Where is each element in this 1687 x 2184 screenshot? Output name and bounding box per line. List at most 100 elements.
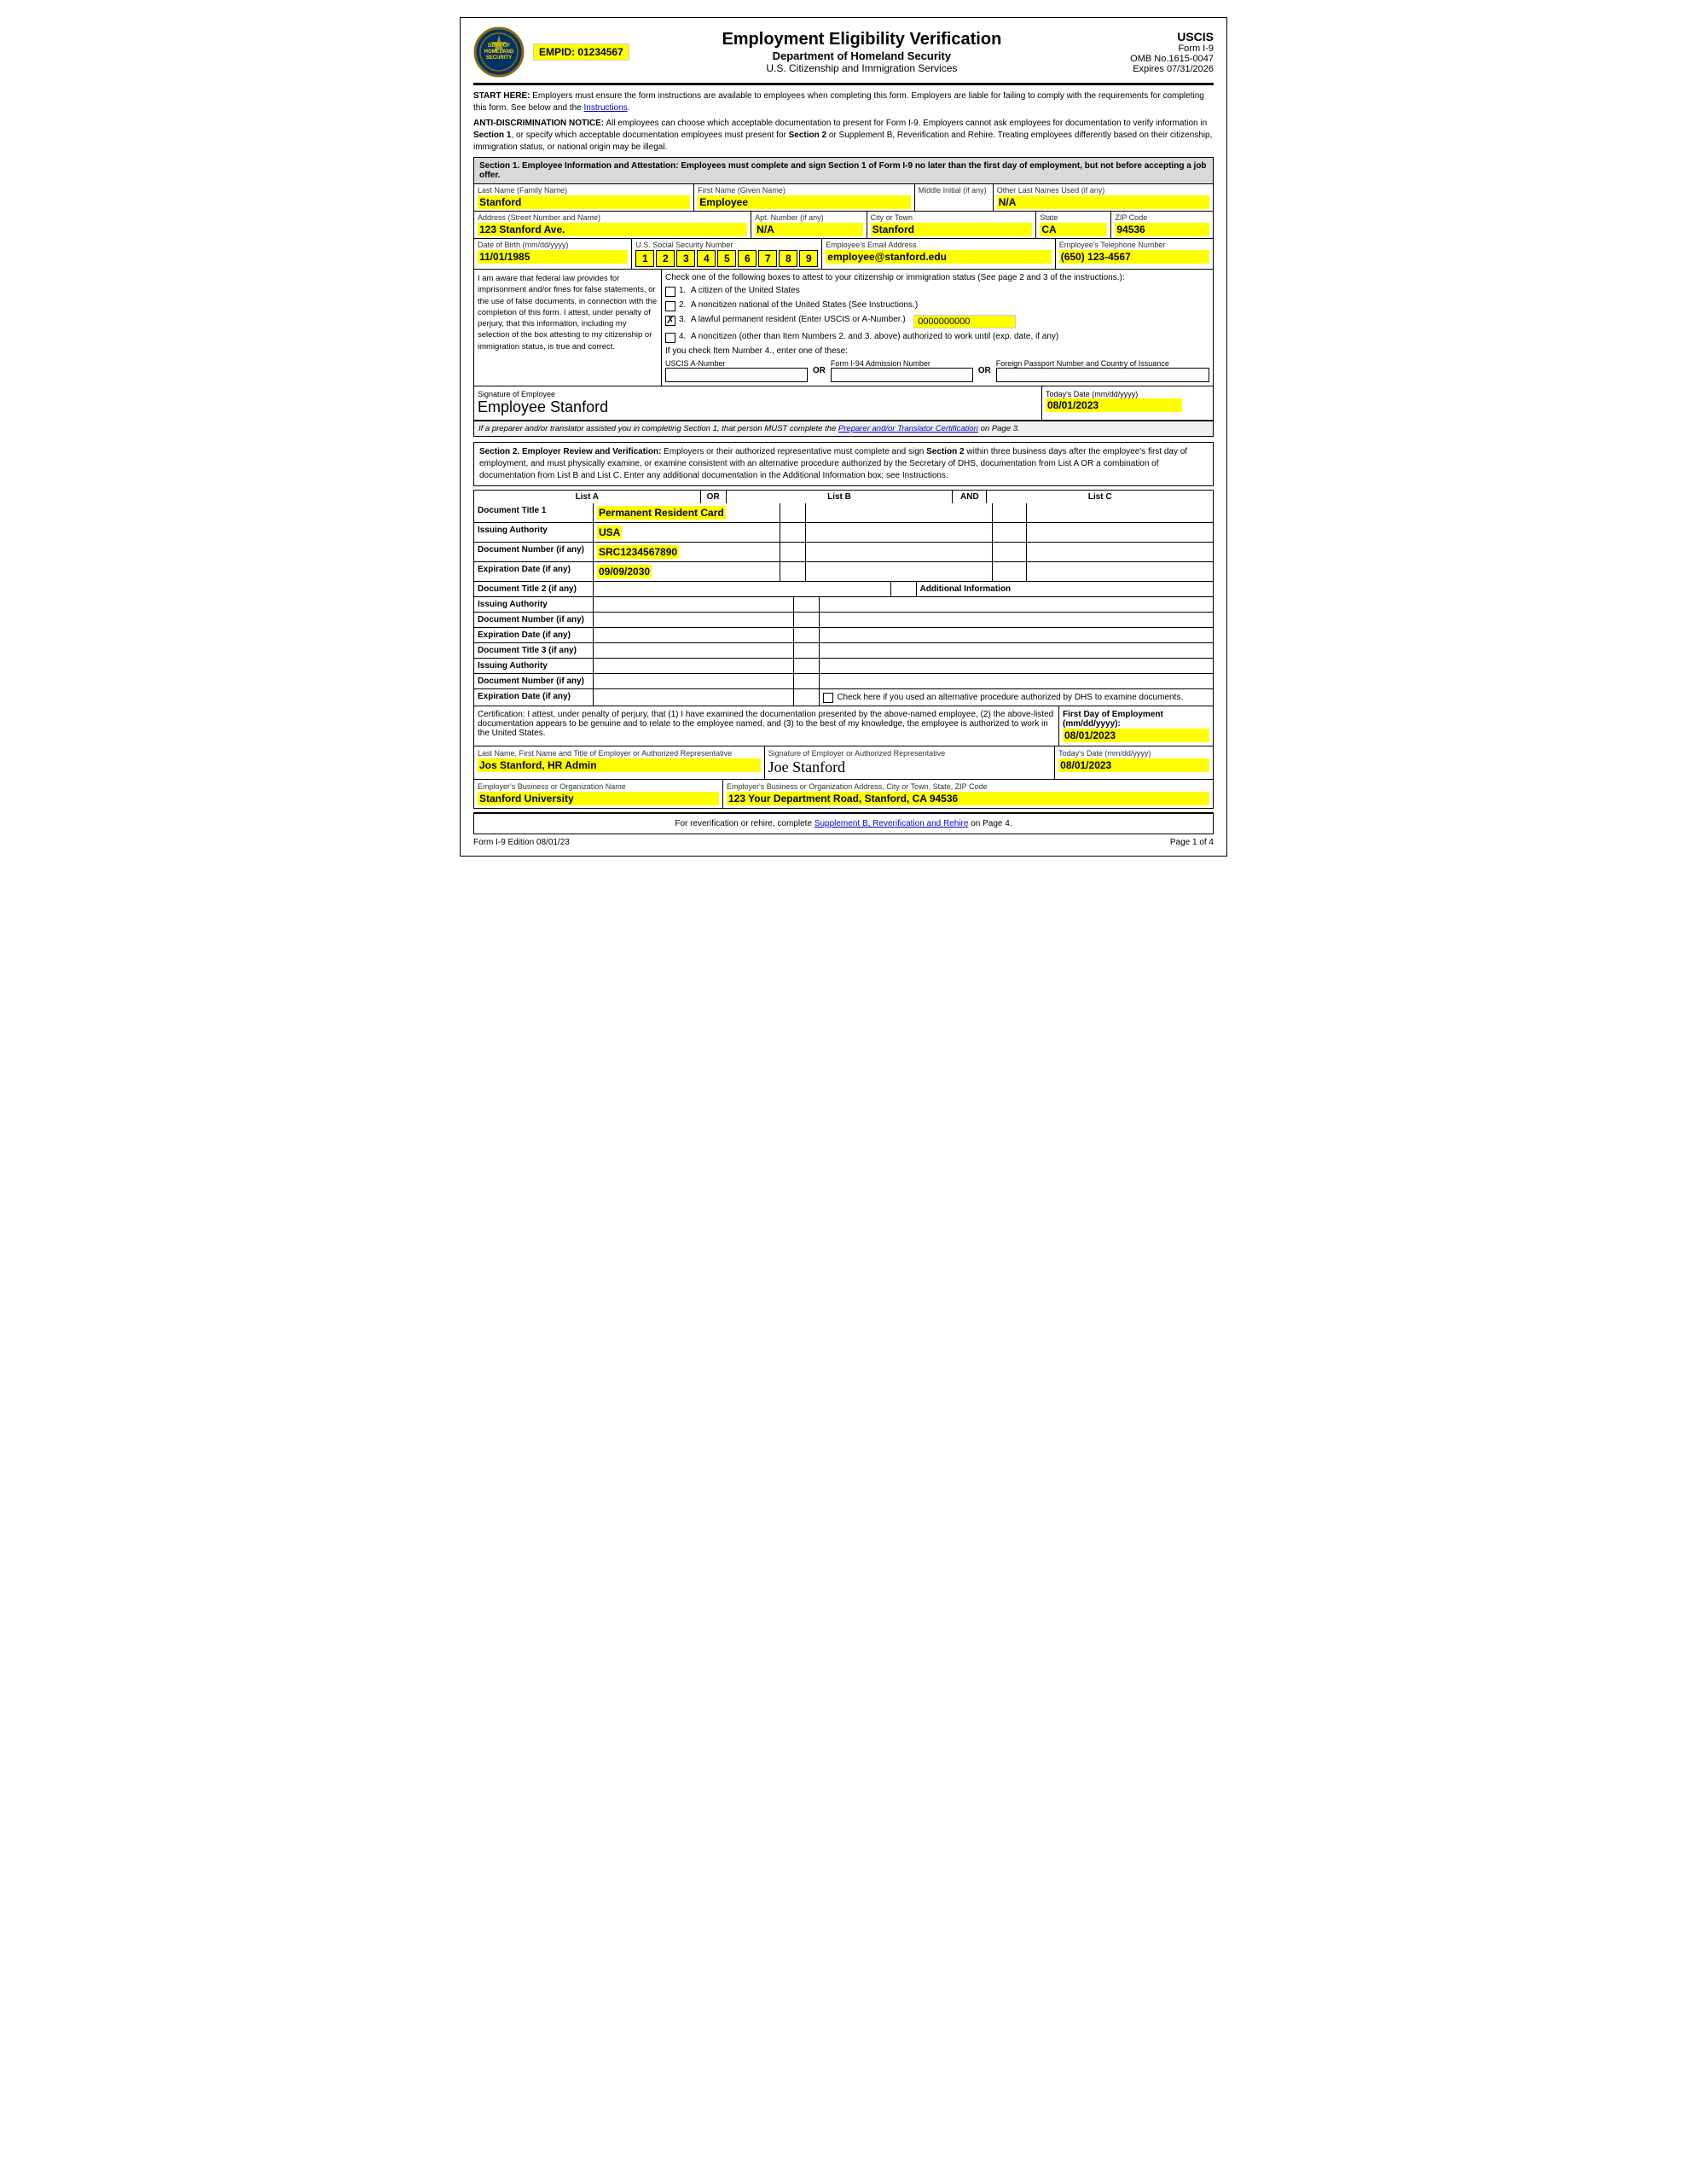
omb-number: OMB No.1615-0047: [1094, 54, 1214, 64]
i94-field[interactable]: [831, 368, 973, 382]
attestation-left-text: I am aware that federal law provides for…: [474, 270, 662, 386]
option2-row[interactable]: 2. A noncitizen national of the United S…: [665, 300, 1209, 311]
form-subtitle: Department of Homeland Security: [629, 49, 1094, 62]
expdate2-label: Expiration Date (if any): [474, 628, 594, 642]
doc-title3-row: Document Title 3 (if any): [474, 643, 1213, 659]
issuing1-listc: [1027, 523, 1213, 542]
zip-cell: ZIP Code 94536: [1111, 212, 1213, 238]
other-names-value: N/A: [997, 195, 1209, 209]
alt-procedure-checkbox[interactable]: [823, 693, 833, 703]
middle-initial-value: [919, 195, 989, 209]
address-cell: Address (Street Number and Name) 123 Sta…: [474, 212, 751, 238]
expdate1-listb: [806, 562, 993, 581]
employer-name-cell: Last Name, First Name and Title of Emplo…: [474, 746, 765, 779]
state-cell: State CA: [1036, 212, 1111, 238]
issuing1-lista: USA: [594, 523, 780, 542]
apt-label: Apt. Number (if any): [755, 213, 862, 222]
list-b-header: List B: [727, 491, 954, 503]
email-label: Employee's Email Address: [826, 241, 1051, 249]
form-number: Form I-9: [1094, 44, 1214, 54]
docnum-or3: [794, 674, 820, 688]
or-col-header: OR: [701, 491, 727, 503]
header-center: Employment Eligibility Verification Depa…: [629, 30, 1094, 74]
dob-value: 11/01/1985: [478, 250, 628, 264]
option2-text: 2. A noncitizen national of the United S…: [679, 300, 918, 310]
docnum2-lista: [594, 613, 794, 627]
uscis-label: USCIS: [1094, 30, 1214, 44]
state-value: CA: [1040, 223, 1107, 236]
doc-title2-label: Document Title 2 (if any): [474, 582, 594, 596]
ssn-cell: U.S. Social Security Number 1 2 3 4 5 6 …: [632, 239, 822, 269]
doc-or1: [780, 503, 806, 522]
expdate-or1: [780, 562, 806, 581]
city-label: City or Town: [871, 213, 1033, 222]
option1-checkbox[interactable]: [665, 287, 675, 297]
issuing1-label: Issuing Authority: [474, 523, 594, 542]
additional-info-label: Additional Information: [917, 582, 1214, 596]
page-number: Page 1 of 4: [1170, 838, 1214, 847]
option3-checkbox[interactable]: [665, 316, 675, 326]
expdate-or3: [794, 689, 820, 706]
doc-title1-label: Document Title 1: [474, 503, 594, 522]
preparer-link[interactable]: Preparer and/or Translator Certification: [838, 424, 978, 433]
option4-checkbox[interactable]: [665, 333, 675, 343]
i94-label: Form I-94 Admission Number: [831, 359, 973, 368]
issuing3-right: [820, 659, 1213, 673]
doc-title1-listb: [806, 503, 993, 522]
employer-signature: Joe Stanford: [768, 758, 1052, 776]
option1-row[interactable]: 1. A citizen of the United States: [665, 286, 1209, 297]
dob-label: Date of Birth (mm/dd/yyyy): [478, 241, 628, 249]
certification-row: Certification: I attest, under penalty o…: [473, 706, 1214, 746]
doc-title1-row: Document Title 1 Permanent Resident Card: [474, 503, 1213, 523]
uscis-a-field[interactable]: [665, 368, 808, 382]
option4-row[interactable]: 4. A noncitizen (other than Item Numbers…: [665, 332, 1209, 343]
ssn-box-2: 2: [656, 250, 675, 267]
option2-checkbox[interactable]: [665, 301, 675, 311]
phone-label: Employee's Telephone Number: [1059, 241, 1209, 249]
preparer-notice: If a preparer and/or translator assisted…: [474, 421, 1213, 436]
attestation-row: I am aware that federal law provides for…: [474, 270, 1213, 386]
instructions-link[interactable]: Instructions: [584, 103, 628, 113]
expdate1-listc: [1027, 562, 1213, 581]
certification-text: Certification: I attest, under penalty o…: [474, 706, 1059, 746]
dhs-seal: DEPT OF HOMELAND SECURITY: [473, 26, 525, 78]
empid-badge: EMPID: 01234567: [533, 44, 629, 61]
uscis-number-field[interactable]: 0000000000: [913, 315, 1016, 328]
signature-date: 08/01/2023: [1046, 398, 1182, 412]
first-name-cell: First Name (Given Name) Employee: [694, 184, 914, 211]
docnum3-row: Document Number (if any): [474, 674, 1213, 689]
docnum1-listb: [806, 543, 993, 561]
expdate3-lista: [594, 689, 794, 706]
option3-row[interactable]: 3. A lawful permanent resident (Enter US…: [665, 315, 1209, 328]
city-cell: City or Town Stanford: [867, 212, 1037, 238]
additional-info-content2: [820, 613, 1213, 627]
apt-cell: Apt. Number (if any) N/A: [751, 212, 867, 238]
expdate1-label: Expiration Date (if any): [474, 562, 594, 581]
passport-field[interactable]: [996, 368, 1209, 382]
supplement-b-link[interactable]: Supplement B, Reverification and Rehire: [815, 819, 969, 828]
alt-procedure-label: Check here if you used an alternative pr…: [837, 693, 1183, 702]
dob-ssn-row: Date of Birth (mm/dd/yyyy) 11/01/1985 U.…: [474, 239, 1213, 270]
header-left: DEPT OF HOMELAND SECURITY EMPID: 0123456…: [473, 26, 629, 78]
last-name-label: Last Name (Family Name): [478, 186, 690, 195]
ssn-box-9: 9: [799, 250, 818, 267]
expires-date: Expires 07/31/2026: [1094, 64, 1214, 74]
issuing-or2: [794, 597, 820, 612]
expdate2-lista: [594, 628, 794, 642]
additional-info-content: [820, 597, 1213, 612]
list-a-header: List A: [474, 491, 701, 503]
employer-name-value: Jos Stanford, HR Admin: [478, 758, 761, 772]
issuing3-label: Issuing Authority: [474, 659, 594, 673]
signature-label: Signature of Employee: [478, 390, 1038, 398]
form-page: DEPT OF HOMELAND SECURITY EMPID: 0123456…: [460, 17, 1227, 857]
docnum-or2: [794, 613, 820, 627]
section1-title: Section 1. Employee Information and Atte…: [474, 158, 1213, 184]
state-label: State: [1040, 213, 1107, 222]
section1-box: Section 1. Employee Information and Atte…: [473, 157, 1214, 437]
middle-initial-cell: Middle Initial (if any): [915, 184, 994, 211]
issuing-or3: [794, 659, 820, 673]
docnum1-lista: SRC1234567890: [594, 543, 780, 561]
doc-title1-lista: Permanent Resident Card: [594, 503, 780, 522]
ssn-box-8: 8: [779, 250, 797, 267]
doc-title1-lista-value: Permanent Resident Card: [597, 506, 726, 520]
